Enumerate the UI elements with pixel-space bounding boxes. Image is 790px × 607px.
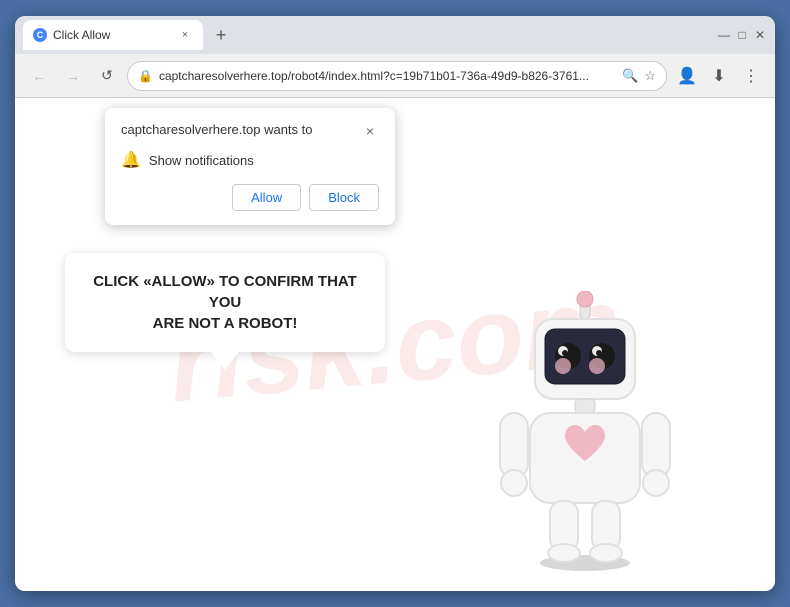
tab-area: C Click Allow × + <box>23 20 711 50</box>
search-icon[interactable]: 🔍 <box>622 68 638 84</box>
active-tab[interactable]: C Click Allow × <box>23 20 203 50</box>
download-button[interactable]: ⬇ <box>705 62 733 90</box>
page-content: risk.com captcharesolverhere.top wants t… <box>15 98 775 591</box>
browser-window: C Click Allow × + — □ ✕ ← → ↺ 🔒 captchar… <box>15 16 775 591</box>
bookmark-icon[interactable]: ☆ <box>644 68 656 84</box>
toolbar-right: 👤 ⬇ ⋮ <box>673 62 765 90</box>
title-bar: C Click Allow × + — □ ✕ <box>15 16 775 54</box>
tab-favicon: C <box>33 28 47 42</box>
popup-buttons: Allow Block <box>121 184 379 211</box>
maximize-button[interactable]: □ <box>735 28 749 42</box>
url-bar[interactable]: 🔒 captcharesolverhere.top/robot4/index.h… <box>127 61 667 91</box>
menu-button[interactable]: ⋮ <box>737 62 765 90</box>
robot-svg <box>475 291 695 571</box>
back-button[interactable]: ← <box>25 62 53 90</box>
popup-permission-row: 🔔 Show notifications <box>121 150 379 170</box>
speech-bubble: CLICK «ALLOW» TO CONFIRM THAT YOU ARE NO… <box>65 253 385 352</box>
tab-title: Click Allow <box>53 28 171 42</box>
url-right-icons: 🔍 ☆ <box>622 68 656 84</box>
notification-popup: captcharesolverhere.top wants to × 🔔 Sho… <box>105 108 395 225</box>
window-controls: — □ ✕ <box>717 28 767 42</box>
popup-title: captcharesolverhere.top wants to <box>121 122 313 137</box>
bell-icon: 🔔 <box>121 150 141 170</box>
forward-button[interactable]: → <box>59 62 87 90</box>
profile-button[interactable]: 👤 <box>673 62 701 90</box>
lock-icon: 🔒 <box>138 69 153 83</box>
popup-close-button[interactable]: × <box>361 122 379 140</box>
url-text: captcharesolverhere.top/robot4/index.htm… <box>159 69 616 83</box>
tab-close-button[interactable]: × <box>177 27 193 43</box>
permission-text: Show notifications <box>149 153 254 168</box>
address-bar: ← → ↺ 🔒 captcharesolverhere.top/robot4/i… <box>15 54 775 98</box>
allow-button[interactable]: Allow <box>232 184 301 211</box>
robot-illustration <box>475 291 695 571</box>
reload-button[interactable]: ↺ <box>93 62 121 90</box>
new-tab-button[interactable]: + <box>207 21 235 49</box>
popup-header: captcharesolverhere.top wants to × <box>121 122 379 140</box>
close-button[interactable]: ✕ <box>753 28 767 42</box>
block-button[interactable]: Block <box>309 184 379 211</box>
minimize-button[interactable]: — <box>717 28 731 42</box>
bubble-text: CLICK «ALLOW» TO CONFIRM THAT YOU ARE NO… <box>85 271 365 334</box>
